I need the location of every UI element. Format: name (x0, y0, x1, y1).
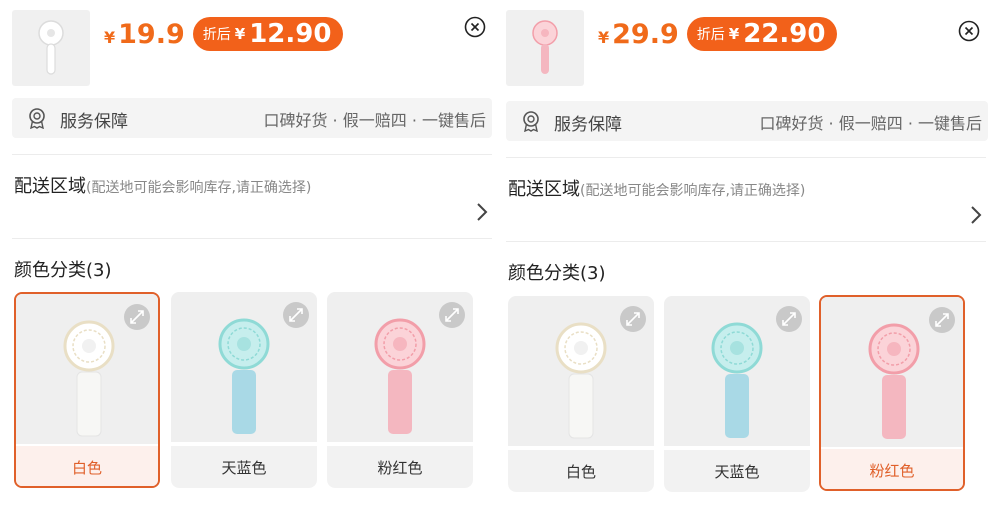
service-title: 服务保障 (60, 112, 128, 132)
expand-icon[interactable] (620, 306, 646, 332)
product-thumbnail (506, 10, 584, 86)
divider (12, 238, 492, 239)
fan-icon (532, 20, 558, 74)
divider (506, 157, 986, 158)
discount-price-badge: 折后 ¥ 12.90 (192, 17, 344, 51)
close-icon[interactable] (464, 16, 486, 38)
expand-icon[interactable] (929, 307, 955, 333)
delivery-title: 配送区域 (14, 176, 86, 197)
delivery-hint: (配送地可能会影响库存,请正确选择) (580, 183, 806, 199)
service-title: 服务保障 (554, 115, 622, 135)
color-option-pink[interactable]: 粉红色 (327, 292, 473, 488)
fan-icon (63, 320, 115, 437)
fan-icon (711, 322, 763, 438)
service-guarantee-row[interactable]: 服务保障 口碑好货 · 假一赔四 · 一键售后 (12, 98, 492, 138)
color-section-title: 颜色分类(3) (508, 263, 606, 284)
color-option-label: 白色 (508, 450, 654, 492)
chevron-right-icon (477, 203, 488, 221)
close-icon[interactable] (958, 20, 980, 42)
color-option-pink[interactable]: 粉红色 (819, 295, 965, 491)
discount-price-badge: 折后 ¥ 22.90 (686, 17, 838, 51)
original-price-value: 29.9 (612, 18, 679, 50)
badge-icon (523, 111, 539, 132)
sku-panel-right: ¥ 29.9 折后 ¥ 22.90 服务保障 口碑好货 · 假一赔四 · 一键售… (500, 0, 992, 520)
service-guarantee-row[interactable]: 服务保障 口碑好货 · 假一赔四 · 一键售后 (506, 101, 988, 141)
discount-currency: ¥ (728, 25, 740, 43)
color-option-label: 粉红色 (821, 449, 963, 489)
fan-icon (555, 322, 607, 439)
color-section-title: 颜色分类(3) (14, 260, 112, 281)
divider (506, 241, 986, 242)
discount-currency: ¥ (234, 25, 246, 43)
color-option-white[interactable]: 白色 (14, 292, 160, 488)
color-option-label: 白色 (16, 446, 158, 486)
original-price: ¥ 19.9 (104, 19, 185, 50)
original-price: ¥ 29.9 (598, 19, 679, 50)
service-tags: 口碑好货 · 假一赔四 · 一键售后 (759, 114, 982, 133)
product-thumbnail (12, 10, 90, 86)
delivery-hint: (配送地可能会影响库存,请正确选择) (86, 180, 312, 196)
discount-price-value: 12.90 (249, 19, 332, 49)
delivery-area-row[interactable]: 配送区域(配送地可能会影响库存,请正确选择) (14, 172, 492, 232)
delivery-area-row[interactable]: 配送区域(配送地可能会影响库存,请正确选择) (508, 175, 986, 235)
color-option-sky-blue[interactable]: 天蓝色 (171, 292, 317, 488)
divider (12, 154, 492, 155)
expand-icon[interactable] (283, 302, 309, 328)
expand-icon[interactable] (776, 306, 802, 332)
currency-symbol: ¥ (104, 27, 116, 47)
delivery-title: 配送区域 (508, 179, 580, 200)
discount-label: 折后 (696, 27, 725, 43)
original-price-value: 19.9 (118, 18, 185, 50)
chevron-right-icon (971, 206, 982, 224)
expand-icon[interactable] (124, 304, 150, 330)
discount-label: 折后 (202, 27, 231, 43)
badge-icon (29, 108, 45, 129)
fan-icon (868, 323, 920, 439)
price-row: ¥ 19.9 折后 ¥ 12.90 (104, 14, 344, 54)
discount-price-value: 22.90 (743, 19, 826, 49)
color-option-label: 天蓝色 (664, 450, 810, 492)
color-option-white[interactable]: 白色 (508, 296, 654, 492)
color-option-sky-blue[interactable]: 天蓝色 (664, 296, 810, 492)
color-option-label: 天蓝色 (171, 446, 317, 488)
sku-panel-left: ¥ 19.9 折后 ¥ 12.90 服务保障 口碑好货 · 假一赔四 · 一键售… (0, 0, 492, 520)
service-tags: 口碑好货 · 假一赔四 · 一键售后 (263, 111, 486, 130)
currency-symbol: ¥ (598, 27, 610, 47)
expand-icon[interactable] (439, 302, 465, 328)
fan-icon (374, 318, 426, 434)
fan-icon (218, 318, 270, 434)
price-row: ¥ 29.9 折后 ¥ 22.90 (598, 14, 838, 54)
fan-icon (38, 20, 64, 75)
color-option-label: 粉红色 (327, 446, 473, 488)
